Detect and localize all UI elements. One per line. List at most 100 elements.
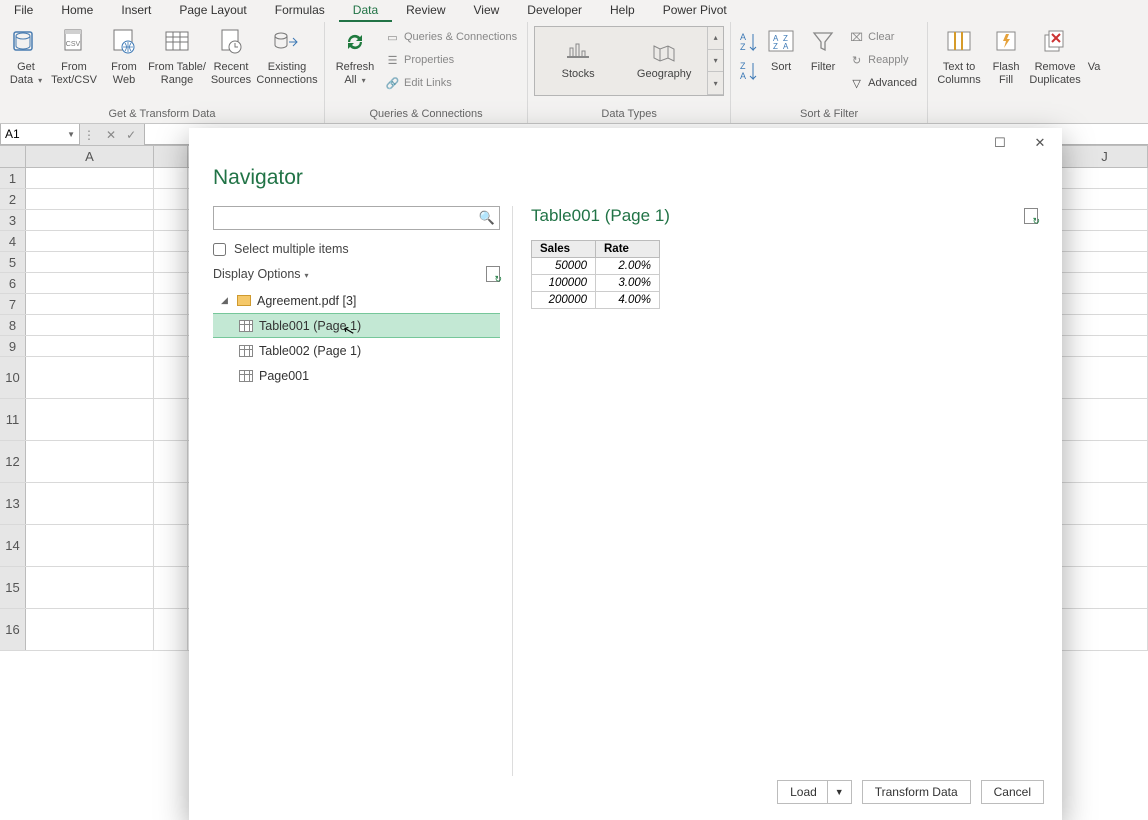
cell[interactable] — [1062, 168, 1148, 188]
cell[interactable] — [26, 168, 154, 188]
tab-view[interactable]: View — [460, 0, 514, 22]
row-header[interactable]: 10 — [0, 357, 26, 398]
cell[interactable] — [154, 252, 188, 272]
data-validation-button[interactable]: Va — [1084, 24, 1104, 74]
queries-connections-button[interactable]: ▭Queries & Connections — [381, 26, 521, 48]
cell[interactable] — [1062, 525, 1148, 566]
load-button[interactable]: Load ▼ — [777, 780, 852, 804]
tree-root[interactable]: ◢ Agreement.pdf [3] — [213, 288, 500, 313]
cell[interactable] — [1062, 441, 1148, 482]
tab-developer[interactable]: Developer — [513, 0, 596, 22]
cell[interactable] — [154, 399, 188, 440]
cell[interactable] — [1062, 336, 1148, 356]
cell[interactable] — [154, 567, 188, 608]
tab-review[interactable]: Review — [392, 0, 459, 22]
cell[interactable] — [1062, 294, 1148, 314]
remove-duplicates-button[interactable]: Remove Duplicates — [1028, 24, 1082, 86]
cell[interactable] — [26, 252, 154, 272]
tab-help[interactable]: Help — [596, 0, 649, 22]
cell[interactable] — [154, 210, 188, 230]
cell[interactable] — [1062, 609, 1148, 650]
tab-powerpivot[interactable]: Power Pivot — [649, 0, 741, 22]
row-header[interactable]: 5 — [0, 252, 26, 272]
row-header[interactable]: 11 — [0, 399, 26, 440]
cell[interactable] — [26, 231, 154, 251]
cell[interactable] — [154, 483, 188, 524]
cell[interactable] — [1062, 315, 1148, 335]
cell[interactable] — [26, 525, 154, 566]
tab-pagelayout[interactable]: Page Layout — [165, 0, 260, 22]
cell[interactable] — [26, 273, 154, 293]
cell[interactable] — [154, 168, 188, 188]
row-header[interactable]: 8 — [0, 315, 26, 335]
cell[interactable] — [154, 189, 188, 209]
recent-sources-button[interactable]: Recent Sources — [208, 24, 254, 86]
column-header-j[interactable]: J — [1062, 146, 1148, 167]
cell[interactable] — [154, 336, 188, 356]
tab-formulas[interactable]: Formulas — [261, 0, 339, 22]
tab-data[interactable]: Data — [339, 0, 392, 22]
tab-home[interactable]: Home — [47, 0, 107, 22]
cell[interactable] — [1062, 189, 1148, 209]
cell[interactable] — [1062, 399, 1148, 440]
row-header[interactable]: 14 — [0, 525, 26, 566]
maximize-button[interactable]: ☐ — [986, 135, 1014, 151]
properties-button[interactable]: ☰Properties — [381, 49, 521, 71]
existing-connections-button[interactable]: Existing Connections — [256, 24, 318, 86]
tab-file[interactable]: File — [0, 0, 47, 22]
navigator-search-input[interactable] — [213, 206, 500, 230]
refresh-all-button[interactable]: Refresh All — [331, 24, 379, 86]
cell[interactable] — [26, 357, 154, 398]
cell[interactable] — [26, 189, 154, 209]
cell[interactable] — [1062, 210, 1148, 230]
tree-item-table001[interactable]: Table001 (Page 1) — [213, 313, 500, 338]
cell[interactable] — [26, 609, 154, 650]
cell[interactable] — [154, 609, 188, 650]
search-icon[interactable]: 🔍 — [479, 210, 495, 226]
row-header[interactable]: 2 — [0, 189, 26, 209]
transform-data-button[interactable]: Transform Data — [862, 780, 971, 804]
edit-links-button[interactable]: 🔗Edit Links — [381, 72, 521, 94]
display-options-dropdown[interactable]: Display Options — [213, 267, 309, 281]
name-box[interactable]: A1 ▼ — [0, 124, 80, 145]
row-header[interactable]: 13 — [0, 483, 26, 524]
row-header[interactable]: 6 — [0, 273, 26, 293]
row-header[interactable]: 15 — [0, 567, 26, 608]
text-to-columns-button[interactable]: Text to Columns — [934, 24, 984, 86]
row-header[interactable]: 9 — [0, 336, 26, 356]
cell[interactable] — [26, 336, 154, 356]
sort-desc-button[interactable]: ZA — [737, 59, 759, 87]
close-button[interactable]: ✕ — [1026, 135, 1054, 151]
row-header[interactable]: 12 — [0, 441, 26, 482]
cancel-button[interactable]: Cancel — [981, 780, 1044, 804]
filter-button[interactable]: Filter — [803, 24, 843, 74]
cell[interactable] — [26, 315, 154, 335]
tree-item-table002[interactable]: Table002 (Page 1) — [213, 338, 500, 363]
cell[interactable] — [154, 357, 188, 398]
cell[interactable] — [154, 315, 188, 335]
flash-fill-button[interactable]: Flash Fill — [986, 24, 1026, 86]
cell[interactable] — [1062, 231, 1148, 251]
cell[interactable] — [26, 399, 154, 440]
cancel-formula-icon[interactable]: ✕ — [106, 128, 116, 142]
cell[interactable] — [26, 210, 154, 230]
row-header[interactable]: 16 — [0, 609, 26, 650]
refresh-tree-icon[interactable] — [486, 266, 500, 282]
clear-filter-button[interactable]: ⌧Clear — [845, 26, 921, 48]
get-data-button[interactable]: Get Data — [6, 24, 46, 86]
sort-asc-button[interactable]: AZ — [737, 30, 759, 58]
tree-item-page001[interactable]: Page001 — [213, 363, 500, 388]
gallery-scroll[interactable]: ▴▾▾ — [707, 27, 723, 95]
load-dropdown-caret[interactable]: ▼ — [827, 781, 851, 803]
cell[interactable] — [1062, 357, 1148, 398]
data-types-gallery[interactable]: Stocks Geography ▴▾▾ — [534, 26, 724, 96]
select-multiple-checkbox[interactable]: Select multiple items — [213, 242, 500, 256]
from-table-range-button[interactable]: From Table/ Range — [148, 24, 206, 86]
row-header[interactable]: 4 — [0, 231, 26, 251]
cell[interactable] — [26, 483, 154, 524]
cell[interactable] — [154, 441, 188, 482]
advanced-filter-button[interactable]: ▽Advanced — [845, 72, 921, 94]
enter-formula-icon[interactable]: ✓ — [126, 128, 136, 142]
row-header[interactable]: 1 — [0, 168, 26, 188]
cell[interactable] — [26, 294, 154, 314]
